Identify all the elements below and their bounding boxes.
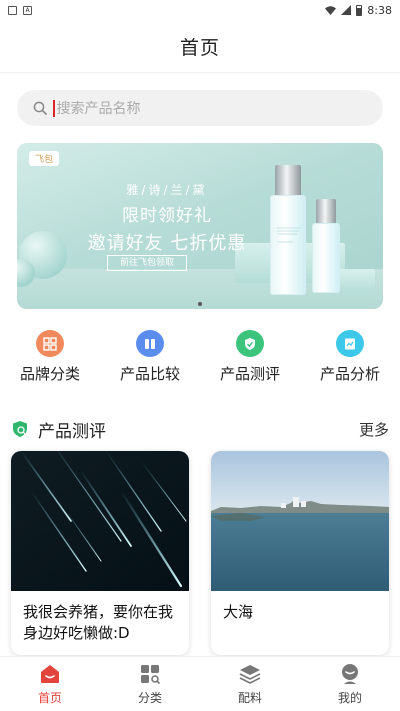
banner-subheadline: 邀请好友 七折优惠	[87, 233, 247, 254]
product-review-icon	[236, 330, 264, 357]
banner-tag: 飞包	[29, 151, 60, 166]
section-title: 产品测评	[38, 421, 106, 442]
page-title: 首页	[179, 36, 220, 59]
search-icon	[33, 101, 47, 115]
bottle-cap	[316, 199, 336, 224]
meteor-shower-image	[11, 451, 189, 591]
tab-category[interactable]: 分类	[100, 657, 200, 711]
quick-link-brand-category[interactable]: 品牌分类	[0, 330, 100, 384]
wifi-icon	[325, 5, 337, 15]
tab-label: 分类	[137, 691, 162, 705]
banner-headline: 限时领好礼	[122, 206, 212, 226]
text-cursor	[53, 99, 55, 117]
notification-icon	[8, 5, 17, 15]
bottom-tab-bar: 首页 分类 配料 我的	[0, 656, 400, 711]
ingredients-icon	[239, 665, 261, 684]
profile-icon	[342, 664, 358, 684]
product-bottle-image	[312, 223, 340, 293]
carousel-indicator	[198, 302, 202, 306]
tab-profile[interactable]: 我的	[300, 657, 400, 711]
more-link[interactable]: 更多	[359, 419, 389, 440]
promo-banner[interactable]: 飞包 雅/诗/兰/黛 限时领好礼 邀请好友 七折优惠 前往飞包领取	[17, 143, 383, 309]
home-icon	[41, 665, 59, 683]
quick-link-product-compare[interactable]: 产品比较	[100, 330, 200, 384]
status-time: 8:38	[367, 3, 392, 17]
status-bar: A 8:38	[0, 0, 400, 20]
quick-link-label: 产品测评	[219, 365, 280, 383]
tab-label: 首页	[37, 691, 62, 705]
banner-brand: 雅/诗/兰/黛	[126, 183, 208, 197]
battery-icon	[356, 4, 363, 16]
review-card[interactable]: 我很会养猪，要你在我身边好吃懒做:D	[11, 451, 189, 655]
status-left-icons: A	[8, 5, 32, 15]
quick-links: 品牌分类 产品比较 产品测评 产品分析	[0, 330, 400, 384]
quick-link-label: 产品比较	[119, 365, 180, 383]
signal-icon	[341, 5, 352, 15]
tab-label: 配料	[237, 691, 262, 705]
tab-label: 我的	[337, 691, 362, 705]
product-compare-icon	[136, 330, 164, 357]
brand-category-icon	[36, 330, 64, 357]
banner-cta-button[interactable]: 前往飞包领取	[107, 255, 187, 271]
review-card[interactable]: 大海	[211, 451, 389, 655]
search-input[interactable]: 搜索产品名称	[17, 90, 383, 126]
quick-link-product-review[interactable]: 产品测评	[200, 330, 300, 384]
section-header: 产品测评 更多	[0, 416, 400, 442]
card-title: 大海	[223, 603, 254, 621]
product-analysis-icon	[336, 330, 364, 357]
category-icon	[141, 665, 161, 685]
tab-ingredients[interactable]: 配料	[200, 657, 300, 711]
quick-link-label: 品牌分类	[19, 365, 80, 383]
quick-link-label: 产品分析	[319, 365, 380, 383]
sea-image	[211, 451, 389, 591]
status-right-icons: 8:38	[325, 4, 392, 17]
review-shield-icon	[13, 421, 27, 437]
tab-home[interactable]: 首页	[0, 657, 100, 711]
text-notification-icon: A	[23, 5, 32, 15]
bottle-label-lines	[275, 226, 303, 247]
card-title: 我很会养猪，要你在我身边好吃懒做:D	[23, 603, 174, 642]
search-placeholder: 搜索产品名称	[56, 101, 141, 117]
bottle-cap	[275, 165, 301, 197]
title-bar: 首页	[0, 20, 400, 73]
quick-link-product-analysis[interactable]: 产品分析	[300, 330, 400, 384]
